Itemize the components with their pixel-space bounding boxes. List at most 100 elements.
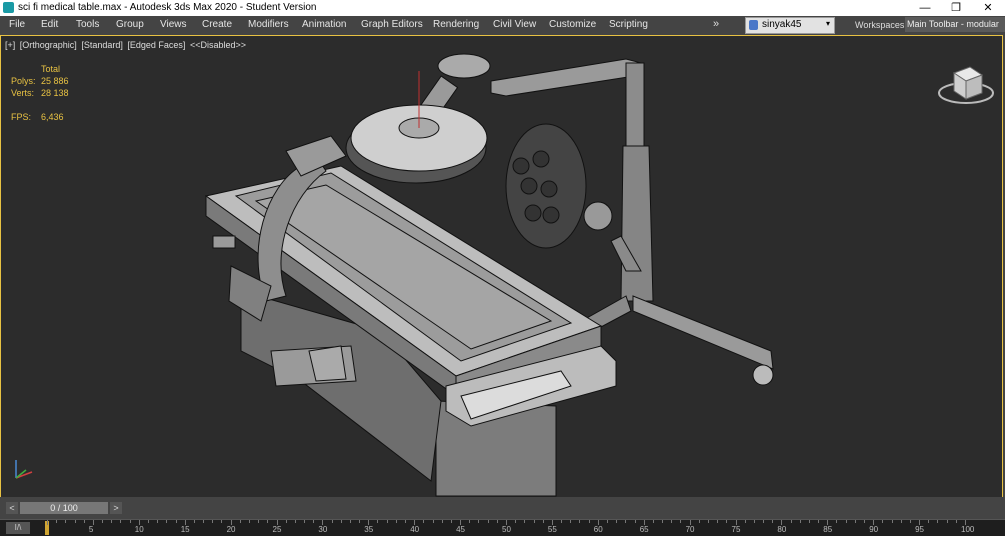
workspaces-select[interactable]: Main Toolbar - modular: [905, 17, 1005, 32]
menu-group[interactable]: Group: [116, 19, 144, 30]
minimize-button[interactable]: —: [910, 0, 940, 16]
track-tick: [561, 520, 563, 523]
next-frame-button[interactable]: >: [110, 502, 122, 514]
time-slider[interactable]: 0 / 100: [20, 502, 108, 514]
track-tick: [239, 520, 241, 523]
menu-civil-view[interactable]: Civil View: [493, 19, 536, 30]
menu-create[interactable]: Create: [202, 19, 232, 30]
track-tick: [671, 520, 673, 523]
track-tick: [652, 520, 654, 523]
track-tick: [717, 520, 719, 523]
viewport-view-type[interactable]: [Orthographic]: [20, 40, 77, 50]
track-tick: [799, 520, 801, 523]
menu-modifiers[interactable]: Modifiers: [248, 19, 289, 30]
track-tick: [698, 520, 700, 523]
user-account-dropdown[interactable]: sinyak45 ▾: [745, 17, 835, 34]
viewport-menu-plus[interactable]: [+]: [5, 40, 15, 50]
menu-scripting[interactable]: Scripting: [609, 19, 648, 30]
track-tick-label: 45: [456, 525, 465, 534]
track-tick-label: 15: [180, 525, 190, 534]
track-tick: [423, 520, 425, 523]
track-tick: [616, 520, 618, 523]
track-tick: [625, 520, 627, 523]
viewport-per-view-preference[interactable]: <<Disabled>>: [190, 40, 246, 50]
track-tick: [157, 520, 159, 523]
viewport-shading[interactable]: [Standard]: [81, 40, 123, 50]
track-tick: [340, 520, 342, 523]
menu-overflow-chevron[interactable]: »: [713, 18, 719, 30]
key-mode-icon[interactable]: I/\: [6, 522, 30, 534]
track-tick-label: 85: [823, 525, 833, 534]
menu-animation[interactable]: Animation: [302, 19, 346, 30]
track-tick: [864, 520, 866, 523]
track-tick: [331, 520, 333, 523]
track-tick: [524, 520, 526, 523]
viewport-label[interactable]: [+] [Orthographic] [Standard] [Edged Fac…: [5, 40, 248, 50]
menu-edit[interactable]: Edit: [41, 19, 58, 30]
track-tick: [900, 520, 902, 523]
previous-frame-button[interactable]: <: [6, 502, 18, 514]
menu-tools[interactable]: Tools: [76, 19, 99, 30]
track-tick: [707, 520, 709, 523]
perspective-viewport[interactable]: [+] [Orthographic] [Standard] [Edged Fac…: [0, 35, 1003, 497]
track-tick: [395, 520, 397, 523]
track-tick: [588, 520, 590, 523]
fps-value: 6,436: [41, 112, 64, 122]
menu-rendering[interactable]: Rendering: [433, 19, 479, 30]
viewcube-icon[interactable]: [936, 61, 996, 111]
track-tick: [570, 520, 572, 523]
track-tick: [882, 520, 884, 523]
track-tick-label: 100: [961, 525, 975, 534]
track-tick: [441, 520, 443, 523]
fps-label: FPS:: [11, 112, 32, 122]
track-tick: [193, 520, 195, 523]
menu-views[interactable]: Views: [160, 19, 187, 30]
polys-label: Polys:: [11, 76, 36, 86]
track-tick: [469, 520, 471, 523]
track-tick: [818, 520, 820, 523]
time-slider-bar: < 0 / 100 >: [0, 497, 1005, 519]
track-tick-label: 25: [272, 525, 282, 534]
track-tick-label: 30: [318, 525, 328, 534]
track-tick-label: 60: [593, 525, 603, 534]
track-tick: [129, 520, 131, 523]
track-tick: [496, 520, 498, 523]
track-tick: [478, 520, 480, 523]
track-tick: [212, 520, 214, 523]
track-tick: [854, 520, 856, 523]
track-tick: [304, 520, 306, 523]
track-tick: [836, 520, 838, 523]
stats-header: Total: [41, 64, 61, 74]
track-bar[interactable]: I/\ 5 10 15 20 25 30 35 40 45 50 55 60 65 70 75 80 85 90 9…: [0, 519, 1005, 536]
track-tick: [753, 520, 755, 523]
track-tick: [56, 520, 58, 523]
track-tick: [808, 520, 810, 523]
menu-file[interactable]: File: [9, 19, 25, 30]
title-bar: sci fi medical table.max - Autodesk 3ds …: [0, 0, 1005, 16]
track-tick: [258, 520, 260, 523]
user-icon: [749, 20, 758, 30]
track-tick: [120, 520, 122, 523]
window-title: sci fi medical table.max - Autodesk 3ds …: [18, 2, 317, 13]
track-tick: [772, 520, 774, 523]
track-tick: [102, 520, 104, 523]
maximize-button[interactable]: ❐: [941, 0, 971, 16]
track-tick: [909, 520, 911, 523]
track-tick: [955, 520, 957, 523]
track-tick: [386, 520, 388, 523]
3dsmax-app-icon: [3, 2, 14, 13]
track-tick: [662, 520, 664, 523]
menu-graph-editors[interactable]: Graph Editors: [361, 19, 423, 30]
track-tick: [267, 520, 269, 523]
track-tick: [937, 520, 939, 523]
user-name: sinyak45: [762, 19, 802, 30]
track-tick: [533, 520, 535, 523]
track-tick-label: 95: [915, 525, 924, 534]
track-tick: [203, 520, 205, 523]
viewport-display-mode[interactable]: [Edged Faces]: [127, 40, 185, 50]
menu-customize[interactable]: Customize: [549, 19, 596, 30]
track-tick: [359, 520, 361, 523]
track-tick: [405, 520, 407, 523]
close-button[interactable]: ✕: [973, 0, 1003, 16]
track-tick: [634, 520, 636, 523]
